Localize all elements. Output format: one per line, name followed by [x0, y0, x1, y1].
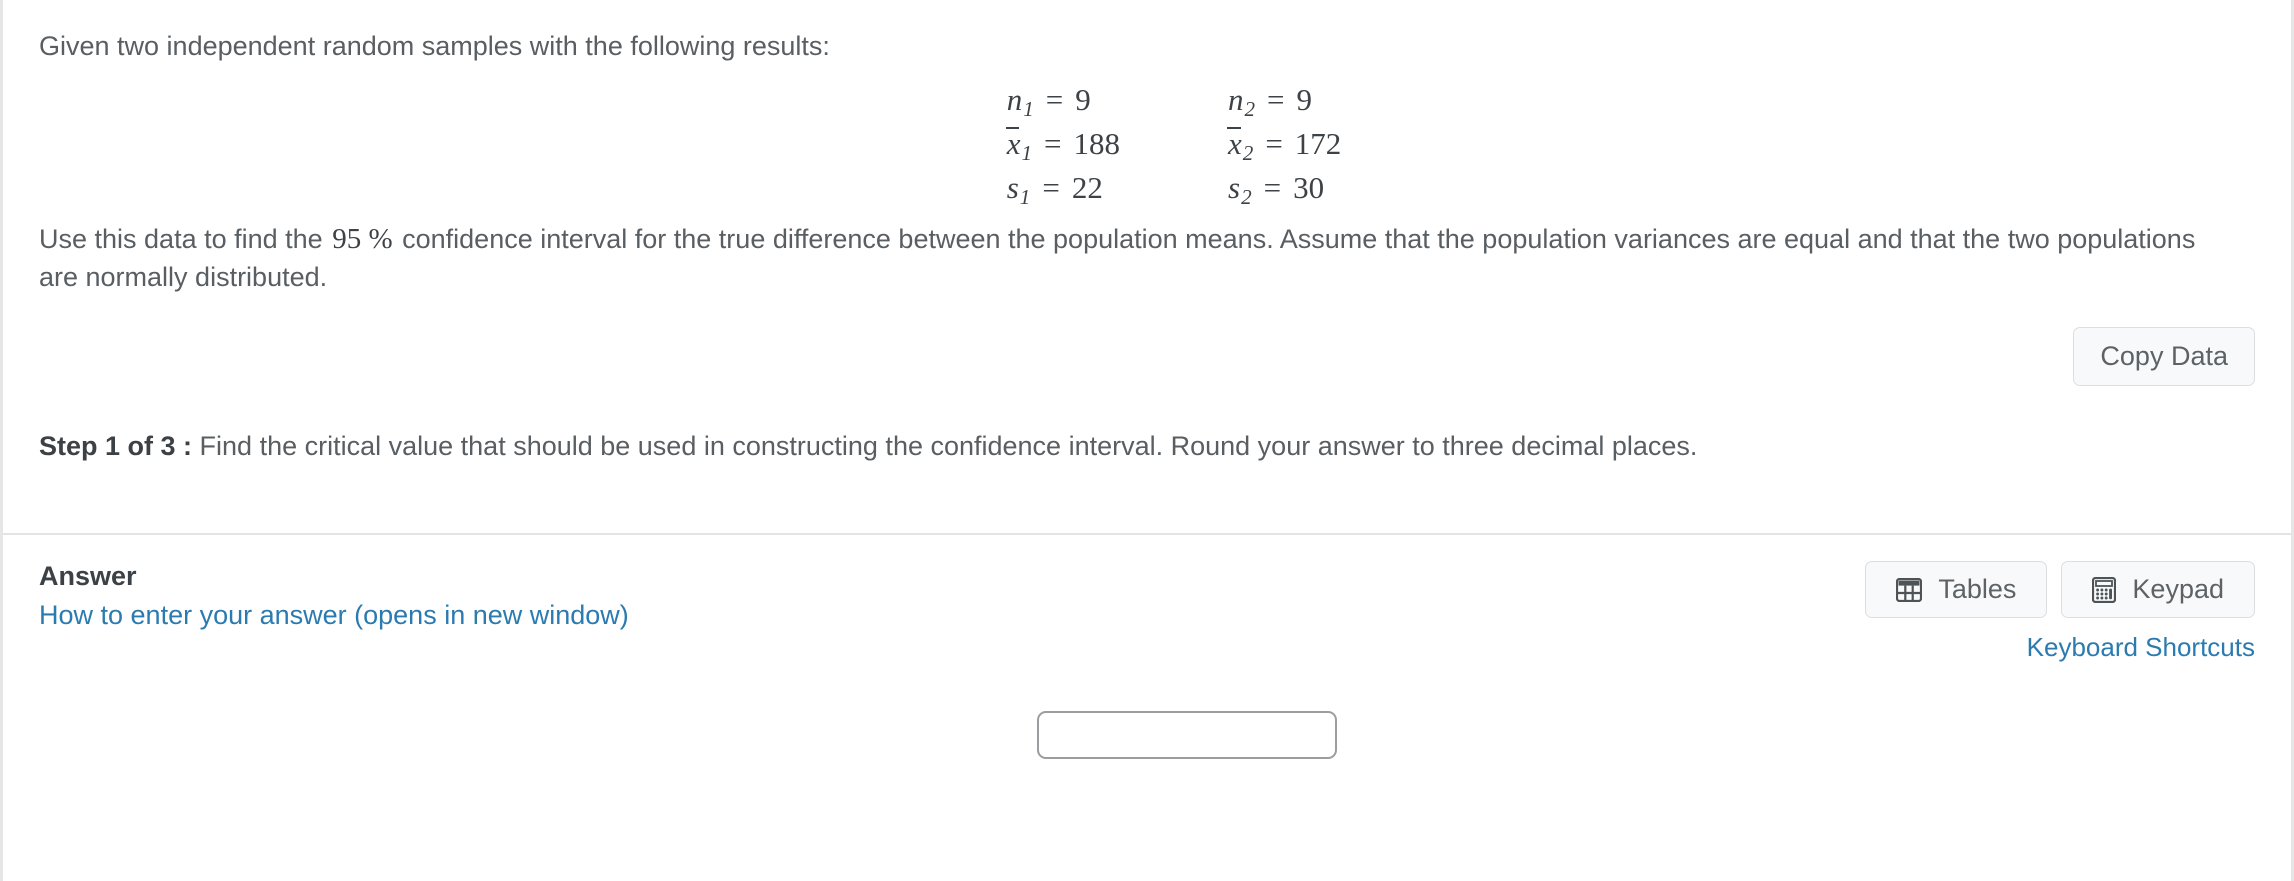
- tables-button[interactable]: Tables: [1865, 560, 2048, 619]
- math-value-s2: 30: [1293, 169, 1325, 205]
- math-rel-n1: =: [1045, 82, 1064, 118]
- math-sub-xbar1: 1: [1021, 140, 1033, 165]
- math-var-xbar1: x: [1005, 126, 1021, 162]
- calculator-icon: [2092, 576, 2117, 603]
- math-value-xbar2: 172: [1294, 126, 1342, 162]
- math-sub-n2: 2: [1244, 97, 1256, 122]
- math-rel-n2: =: [1267, 82, 1285, 118]
- step-text: Find the critical value that should be u…: [199, 431, 1698, 462]
- math-cell-xbar2: x2 = 172: [1227, 126, 1342, 165]
- math-rel-xbar1: =: [1044, 126, 1062, 162]
- step-instruction: Step 1 of 3 : Find the critical value th…: [3, 386, 2291, 464]
- table-grid-icon: [1896, 577, 1923, 602]
- math-value-s1: 22: [1071, 169, 1103, 205]
- math-sub-xbar2: 2: [1242, 140, 1254, 165]
- math-rel-s1: =: [1042, 169, 1060, 205]
- step-label: Step 1 of 3 :: [39, 431, 193, 462]
- math-value-xbar1: 188: [1073, 126, 1121, 162]
- answer-left-column: Answer How to enter your answer (opens i…: [39, 561, 629, 631]
- math-var-s1: s: [1006, 169, 1019, 205]
- math-var-n2: n: [1228, 82, 1244, 118]
- math-cell-s1: s1 = 22: [1006, 169, 1120, 209]
- answer-section: Answer How to enter your answer (opens i…: [3, 535, 2291, 664]
- answer-input-field[interactable]: [1037, 711, 1337, 760]
- question-body-before: Use this data to find the: [39, 224, 323, 255]
- copy-data-row: Copy Data: [3, 297, 2291, 387]
- keypad-button-label: Keypad: [2132, 573, 2224, 604]
- sample-statistics-math-block: n1 = 9 n2 = 9 x1 = 188 x2 = 172 s 1 = 22…: [39, 82, 2255, 209]
- question-area: Given two independent random samples wit…: [3, 0, 2291, 297]
- confidence-level-value: 95 %: [332, 223, 393, 256]
- tool-buttons-group: Tables Keypad: [1865, 560, 2255, 619]
- math-value-n1: 9: [1075, 82, 1091, 118]
- answer-right-column: Tables Keypad Keyboard Shortcuts: [1865, 560, 2255, 664]
- question-intro-text: Given two independent random samples wit…: [39, 31, 830, 61]
- math-cell-n1: n1 = 9: [1006, 82, 1120, 122]
- keyboard-shortcuts-link[interactable]: Keyboard Shortcuts: [2027, 632, 2255, 663]
- math-var-n1: n: [1006, 82, 1023, 118]
- math-cell-xbar1: x1 = 188: [1005, 126, 1121, 165]
- math-cell-s2: s2 = 30: [1228, 169, 1341, 209]
- math-rel-xbar2: =: [1265, 126, 1283, 162]
- math-sub-s1: 1: [1019, 184, 1031, 209]
- question-page: Given two independent random samples wit…: [0, 0, 2294, 881]
- math-rel-s2: =: [1263, 169, 1282, 205]
- math-cell-n2: n2 = 9: [1228, 82, 1341, 122]
- answer-heading: Answer: [39, 560, 137, 591]
- math-var-s2: s: [1228, 169, 1241, 205]
- math-sub-s2: 2: [1241, 184, 1252, 209]
- how-to-enter-answer-link[interactable]: How to enter your answer (opens in new w…: [39, 600, 629, 631]
- math-var-xbar2: x: [1227, 126, 1242, 162]
- copy-data-button[interactable]: Copy Data: [2073, 326, 2255, 387]
- question-body-text: Use this data to find the 95 % confidenc…: [39, 219, 2239, 296]
- sample-statistics-grid: n1 = 9 n2 = 9 x1 = 188 x2 = 172 s 1 = 22…: [1005, 82, 1342, 209]
- math-value-n2: 9: [1296, 82, 1313, 118]
- tables-button-label: Tables: [1938, 573, 2017, 604]
- keypad-button[interactable]: Keypad: [2061, 560, 2255, 619]
- answer-input-row: [3, 663, 2291, 760]
- math-sub-n1: 1: [1023, 97, 1034, 122]
